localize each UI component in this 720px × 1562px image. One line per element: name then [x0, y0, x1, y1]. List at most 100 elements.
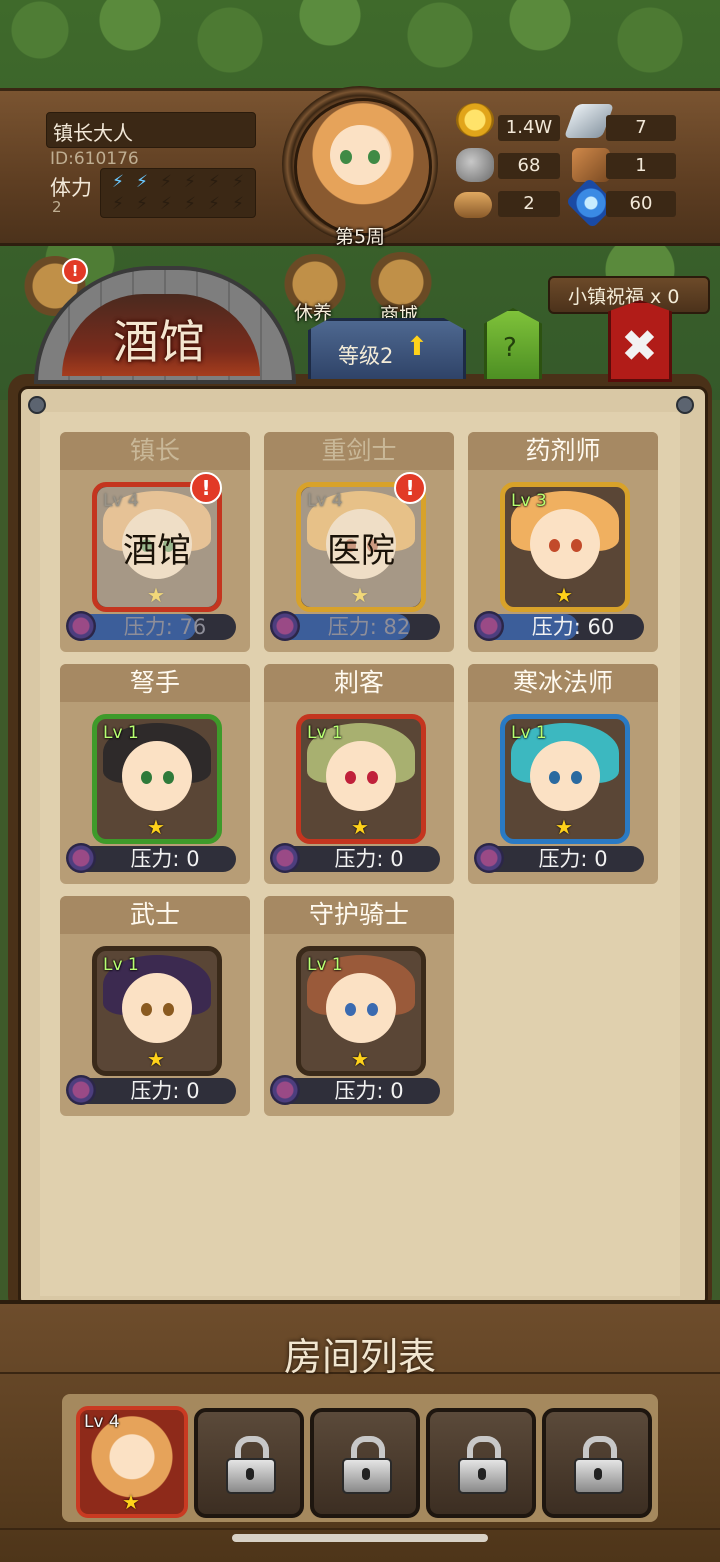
star-icon: ★	[555, 815, 573, 839]
gold-value: 1.4W	[498, 115, 560, 141]
stress-value: 压力: 0	[334, 1079, 404, 1103]
hero-face	[530, 509, 600, 579]
stress-value: 压力: 76	[123, 615, 207, 639]
hero-class-label: 寒冰法师	[468, 664, 658, 702]
room-slot-1[interactable]: Lv 4 ★	[76, 1406, 188, 1518]
stamina-bolt-icon: ⚡	[208, 194, 220, 214]
locked-room-slot[interactable]	[194, 1408, 304, 1518]
stamina-bar[interactable]: ⚡ ⚡ ⚡ ⚡ ⚡ ⚡ ⚡ ⚡ ⚡ ⚡ ⚡ ⚡	[100, 168, 256, 218]
star-icon: ★	[122, 1490, 140, 1514]
hero-card[interactable]: 武士 Lv 1 ★ 压力: 0	[60, 896, 250, 1116]
hero-card[interactable]: 守护骑士 Lv 1 ★ 压力: 0	[264, 896, 454, 1116]
hero-portrait[interactable]: Lv 1 ★	[296, 946, 426, 1076]
lock-icon	[226, 1436, 276, 1494]
hero-eye	[549, 539, 560, 552]
hero-eye	[163, 1003, 174, 1016]
stamina-bolt-icon: ⚡	[112, 172, 124, 192]
hero-face	[122, 741, 192, 811]
locked-room-slot[interactable]	[542, 1408, 652, 1518]
plank-divider	[0, 1528, 720, 1530]
stress-icon	[66, 611, 96, 641]
stone-icon	[456, 148, 494, 182]
star-icon: ★	[147, 1047, 165, 1071]
crystal-value: 60	[606, 191, 676, 217]
stress-bar: 压力: 0	[474, 843, 644, 873]
hero-eye	[345, 771, 356, 784]
level-up-arrow-icon: ⬆	[406, 332, 428, 362]
stamina-bolt-icon: ⚡	[160, 194, 172, 214]
hero-level: Lv 1	[103, 723, 139, 743]
hero-card[interactable]: 镇长Lv 4★酒馆!压力: 76	[60, 432, 250, 652]
locked-room-slot[interactable]	[310, 1408, 420, 1518]
stress-icon	[270, 1075, 300, 1105]
hero-card[interactable]: 重剑士Lv 4★医院!压力: 82	[264, 432, 454, 652]
stress-value: 压力: 0	[130, 847, 200, 871]
stamina-value: 2	[52, 198, 62, 216]
nail-icon	[28, 396, 46, 414]
hero-portrait[interactable]: Lv 1 ★	[296, 714, 426, 844]
help-label: ?	[503, 333, 517, 363]
assigned-building-label: 酒馆	[123, 531, 191, 571]
star-icon: ★	[147, 815, 165, 839]
home-indicator[interactable]	[232, 1534, 488, 1542]
hero-face	[530, 741, 600, 811]
stress-bar: 压力: 82	[270, 611, 440, 641]
close-button[interactable]: ✖	[608, 300, 672, 382]
stamina-bolt-icon: ⚡	[232, 172, 244, 192]
lock-icon	[458, 1436, 508, 1494]
stress-icon	[66, 1075, 96, 1105]
assigned-building-overlay: 酒馆	[97, 487, 217, 607]
wood-value: 2	[498, 191, 560, 217]
star-icon: ★	[555, 583, 573, 607]
stress-value: 压力: 82	[327, 615, 411, 639]
hero-level: Lv 1	[307, 723, 343, 743]
hero-class-label: 重剑士	[264, 432, 454, 470]
hero-portrait[interactable]: Lv 1 ★	[92, 946, 222, 1076]
hero-level: Lv 1	[511, 723, 547, 743]
week-counter: 第5周	[334, 226, 386, 248]
hero-eye	[571, 771, 582, 784]
hero-card[interactable]: 药剂师 Lv 3 ★ 压力: 60	[468, 432, 658, 652]
player-name-box: 镇长大人	[46, 112, 256, 148]
tavern-title: 酒馆	[113, 315, 205, 369]
stress-icon	[270, 843, 300, 873]
stone-value: 68	[498, 153, 560, 179]
iron-value: 7	[606, 115, 676, 141]
lock-icon	[574, 1436, 624, 1494]
lock-icon	[342, 1436, 392, 1494]
hero-class-label: 药剂师	[468, 432, 658, 470]
hero-level: Lv 3	[511, 491, 547, 511]
hero-class-label: 守护骑士	[264, 896, 454, 934]
locked-room-slot[interactable]	[426, 1408, 536, 1518]
stamina-bolt-icon: ⚡	[232, 194, 244, 214]
hero-card[interactable]: 刺客 Lv 1 ★ 压力: 0	[264, 664, 454, 884]
leather-icon	[572, 148, 610, 182]
hero-eye	[367, 1003, 378, 1016]
stamina-bolt-icon: ⚡	[208, 172, 220, 192]
assigned-building-label: 医院	[327, 531, 395, 571]
alert-badge-icon: !	[62, 258, 88, 284]
stress-icon	[474, 611, 504, 641]
leather-value: 1	[606, 153, 676, 179]
stamina-bolt-icon: ⚡	[112, 194, 124, 214]
hero-eye	[141, 1003, 152, 1016]
player-id: ID:610176	[50, 149, 139, 169]
hero-eye	[345, 1003, 356, 1016]
hero-portrait[interactable]: Lv 1 ★	[92, 714, 222, 844]
assigned-building-overlay: 医院	[301, 487, 421, 607]
avatar-eye	[340, 150, 352, 164]
hero-card[interactable]: 弩手 Lv 1 ★ 压力: 0	[60, 664, 250, 884]
stamina-bolt-icon: ⚡	[160, 172, 172, 192]
hero-class-label: 刺客	[264, 664, 454, 702]
town-blessing-label: 小镇祝福 x 0	[568, 286, 680, 308]
wood-log-icon	[454, 192, 492, 218]
hero-portrait[interactable]: Lv 1 ★	[500, 714, 630, 844]
stress-icon	[474, 843, 504, 873]
star-icon: ★	[351, 815, 369, 839]
hero-level: Lv 1	[307, 955, 343, 975]
hero-class-label: 武士	[60, 896, 250, 934]
hero-portrait[interactable]: Lv 3 ★	[500, 482, 630, 612]
hero-card[interactable]: 寒冰法师 Lv 1 ★ 压力: 0	[468, 664, 658, 884]
stamina-bolt-icon: ⚡	[184, 194, 196, 214]
nail-icon	[676, 396, 694, 414]
